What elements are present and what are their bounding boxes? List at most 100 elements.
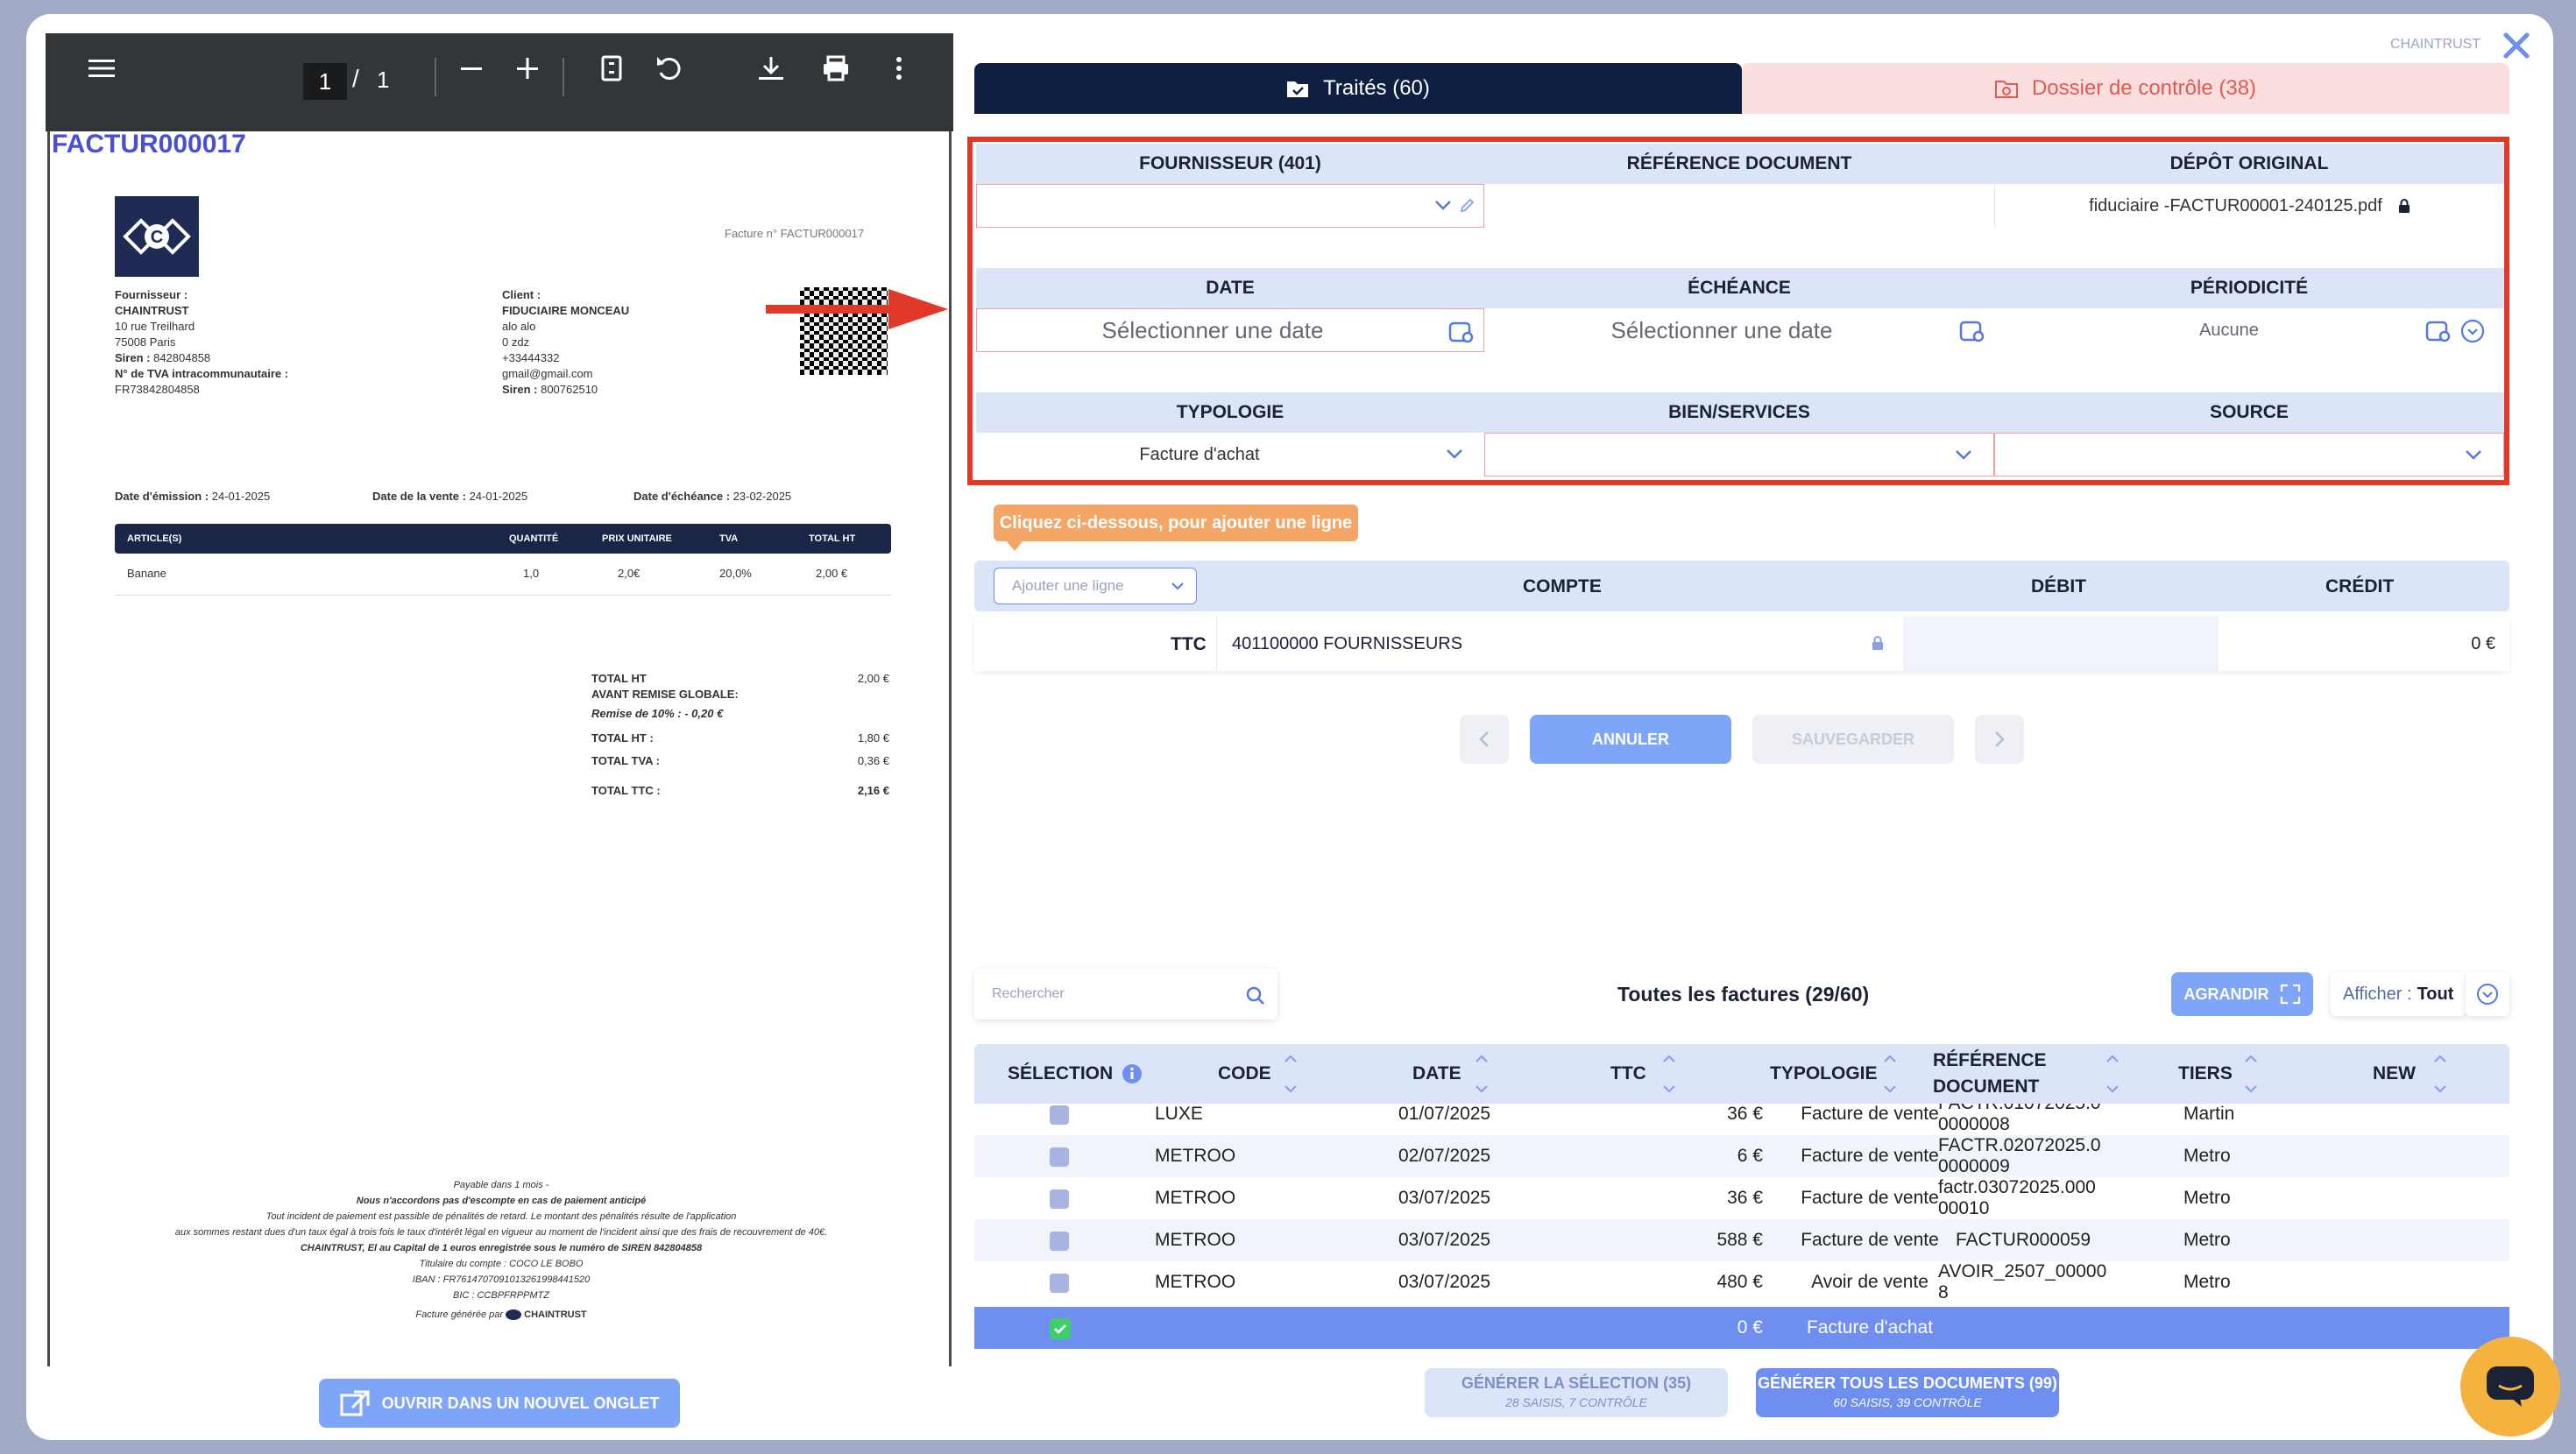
col-tva: TVA <box>719 533 739 544</box>
footer-no-discount: Nous n'accordons pas d'escompte en cas d… <box>356 1196 647 1206</box>
date-picker[interactable]: Sélectionner une date <box>976 308 1484 352</box>
show-label: Afficher : <box>2343 984 2412 1004</box>
row-checkbox[interactable] <box>1050 1147 1069 1167</box>
client-block: Client : FIDUCIAIRE MONCEAU alo alo 0 zd… <box>502 287 747 398</box>
sort-code-icon[interactable] <box>1283 1053 1299 1095</box>
th-typology[interactable]: TYPOLOGIE <box>1770 1044 1878 1104</box>
previous-button[interactable] <box>1460 715 1509 764</box>
rotate-icon[interactable] <box>650 49 689 88</box>
fit-page-icon[interactable] <box>592 49 631 88</box>
table-row[interactable]: METROO 03/07/2025 36 € Facture de vente … <box>974 1177 2509 1219</box>
zoom-out-icon[interactable] <box>452 49 491 88</box>
generate-all-label: GÉNÉRER TOUS LES DOCUMENTS (99) <box>1758 1374 2057 1392</box>
col-article: ARTICLE(S) <box>127 533 182 544</box>
calendar-icon[interactable] <box>1959 319 1985 343</box>
expand-icon <box>2280 984 2300 1005</box>
row-reference: AVOIR_2507_00000 8 <box>1938 1261 2106 1303</box>
close-icon[interactable] <box>2502 32 2530 60</box>
row-reference: FACTR.01072025.00000008 <box>1938 1104 2101 1135</box>
table-row[interactable]: METROO 03/07/2025 588 € Facture de vente… <box>974 1219 2509 1261</box>
entry-divider <box>1216 617 1217 671</box>
row-ttc: 0 € <box>1737 1317 1763 1338</box>
row-reference-1: FACTR.01072025.0 <box>1938 1104 2101 1114</box>
th-tiers[interactable]: TIERS <box>2178 1044 2233 1104</box>
row-checkbox[interactable] <box>1050 1274 1069 1293</box>
total-ht2-label: TOTAL HT : <box>591 731 654 745</box>
print-icon[interactable] <box>817 49 855 88</box>
edit-icon[interactable] <box>1459 198 1475 214</box>
row-reference: factr.03072025.000 00010 <box>1938 1177 2096 1219</box>
row-checkbox[interactable] <box>1050 1232 1069 1251</box>
save-button[interactable]: SAUVEGARDER <box>1752 715 1954 764</box>
due-picker[interactable]: Sélectionner une date <box>1484 308 1994 352</box>
sale-value: 24-01-2025 <box>469 490 528 503</box>
th-code[interactable]: CODE <box>1218 1044 1271 1104</box>
entry-label: TTC <box>1171 634 1207 654</box>
row-checkbox[interactable] <box>1050 1105 1069 1125</box>
tab-processed[interactable]: Traités (60) <box>974 63 1742 114</box>
show-filter-toggle[interactable] <box>2466 972 2509 1016</box>
entry-debit[interactable] <box>1903 617 2219 671</box>
menu-icon[interactable] <box>82 49 121 88</box>
reference-input[interactable] <box>1484 184 1994 228</box>
generate-all-button[interactable]: GÉNÉRER TOUS LES DOCUMENTS (99) 60 SAISI… <box>1756 1368 2059 1417</box>
row-checkbox[interactable] <box>1050 1189 1069 1209</box>
more-options-icon[interactable] <box>880 49 918 88</box>
row-ttc: 588 € <box>1716 1230 1763 1250</box>
sort-ttc-icon[interactable] <box>1661 1053 1677 1095</box>
supplier-select[interactable] <box>976 184 1484 228</box>
table-row[interactable]: LUXE 01/07/2025 36 € Facture de vente FA… <box>974 1104 2509 1135</box>
generate-selection-button[interactable]: GÉNÉRER LA SÉLECTION (35) 28 SAISIS, 7 C… <box>1425 1368 1728 1417</box>
calendar-icon[interactable] <box>1448 320 1475 344</box>
add-line-placeholder: Ajouter une ligne <box>1012 577 1124 594</box>
table-row[interactable]: METROO 03/07/2025 480 € Avoir de vente A… <box>974 1261 2509 1303</box>
chevron-down-icon <box>1435 201 1451 210</box>
show-filter[interactable]: Afficher : Tout <box>2331 972 2466 1016</box>
period-select[interactable]: Aucune <box>1994 308 2504 352</box>
download-icon[interactable] <box>752 49 790 88</box>
page-number-input[interactable]: 1 <box>303 63 347 100</box>
table-row-selected[interactable]: 0 € Facture d'achat <box>974 1307 2509 1349</box>
cancel-button[interactable]: ANNULER <box>1530 715 1731 764</box>
add-line-select[interactable]: Ajouter une ligne <box>994 568 1197 604</box>
sort-tiers-icon[interactable] <box>2243 1053 2259 1095</box>
folder-check-icon <box>1287 81 1309 97</box>
source-header: SOURCE <box>2210 402 2289 422</box>
sort-date-icon[interactable] <box>1474 1053 1490 1095</box>
client-line2: 0 zdz <box>502 335 530 349</box>
invoices-table-header <box>974 1044 2509 1104</box>
emission-value: 24-01-2025 <box>211 490 271 503</box>
typology-select[interactable]: Facture d'achat <box>976 433 1484 476</box>
sort-new-icon[interactable] <box>2432 1053 2448 1095</box>
zoom-in-icon[interactable] <box>508 49 547 88</box>
add-line-tooltip: Cliquez ci-dessous, pour ajouter une lig… <box>994 505 1358 541</box>
chat-widget-button[interactable] <box>2460 1337 2560 1436</box>
supplier-siren: Siren : 842804858 <box>115 350 395 366</box>
deposit-filename: fiduciaire -FACTUR00001-240125.pdf <box>2089 195 2382 215</box>
th-date[interactable]: DATE <box>1412 1044 1461 1104</box>
th-reference[interactable]: RÉFÉRENCE DOCUMENT <box>1933 1044 2047 1104</box>
chevron-circle-icon[interactable] <box>2460 319 2485 343</box>
col-unit-price: PRIX UNITAIRE <box>602 533 672 544</box>
chevron-left-icon <box>1479 731 1489 747</box>
expand-button[interactable]: AGRANDIR <box>2171 972 2313 1016</box>
chevron-down-icon <box>1171 582 1184 590</box>
open-new-tab-button[interactable]: OUVRIR DANS UN NOUVEL ONGLET <box>319 1379 680 1428</box>
th-new[interactable]: NEW <box>2373 1044 2416 1104</box>
sort-typology-icon[interactable] <box>1882 1053 1898 1095</box>
table-row[interactable]: METROO 02/07/2025 6 € Facture de vente F… <box>974 1135 2509 1177</box>
next-button[interactable] <box>1975 715 2024 764</box>
tab-control[interactable]: Dossier de contrôle (38) <box>1742 63 2509 114</box>
sort-reference-icon[interactable] <box>2105 1053 2120 1095</box>
goods-select[interactable] <box>1484 433 1994 476</box>
row-checkbox-checked[interactable] <box>1050 1318 1071 1339</box>
toolbar-divider <box>563 58 564 96</box>
th-ttc[interactable]: TTC <box>1610 1044 1646 1104</box>
entry-credit[interactable]: 0 € <box>2471 634 2495 654</box>
source-select[interactable] <box>1994 433 2504 476</box>
calendar-icon[interactable] <box>2425 319 2452 343</box>
search-input[interactable]: Rechercher <box>974 969 1277 1020</box>
footer-penalties: Tout incident de paiement est passible d… <box>265 1211 737 1222</box>
row-date: 03/07/2025 <box>1398 1188 1491 1208</box>
info-icon[interactable] <box>1122 1063 1143 1084</box>
